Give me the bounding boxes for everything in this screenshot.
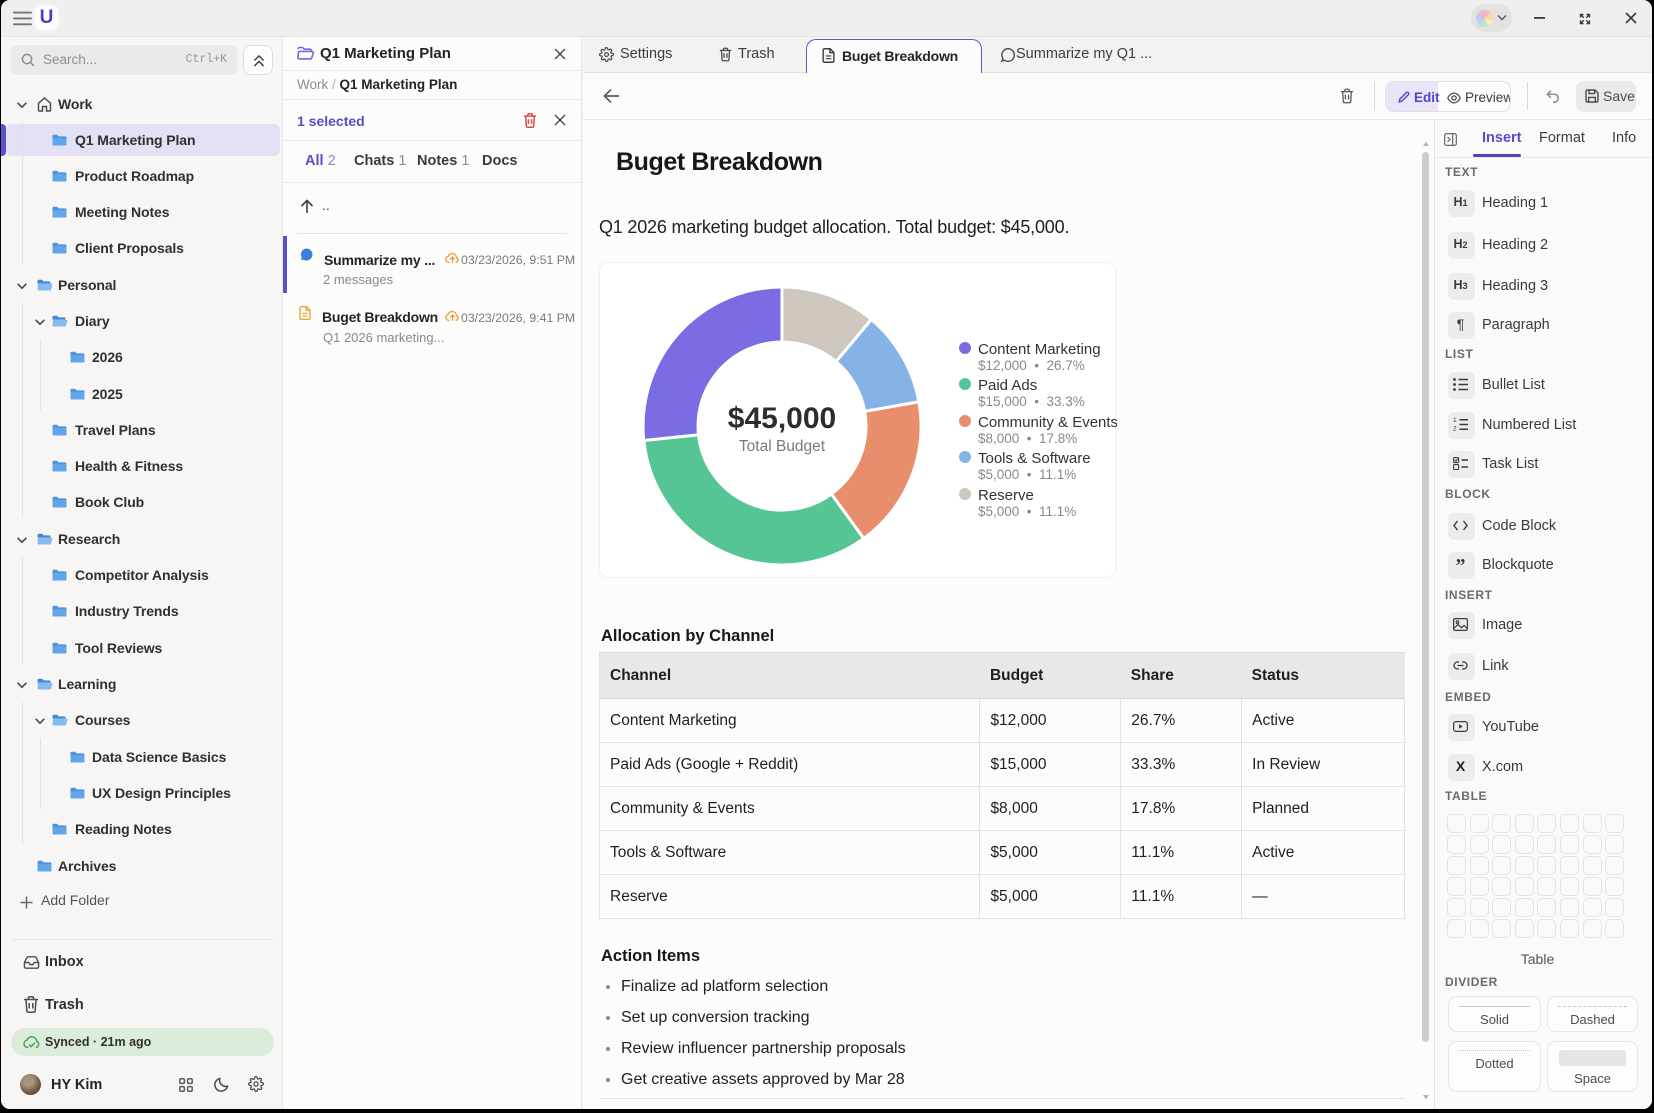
svg-text:1: 1 [1453, 417, 1457, 424]
svg-text:$45,000: $45,000 [728, 402, 836, 435]
svg-text:Total Budget: Total Budget [739, 438, 826, 455]
svg-text:Tools & Software: Tools & Software [978, 450, 1091, 467]
svg-text:$5,000 • 11.1%: $5,000 • 11.1% [978, 504, 1076, 519]
svg-text:$12,000 • 26.7%: $12,000 • 26.7% [978, 358, 1085, 373]
svg-text:Paid Ads: Paid Ads [978, 377, 1037, 394]
svg-text:$8,000 • 17.8%: $8,000 • 17.8% [978, 431, 1077, 446]
svg-text:$5,000 • 11.1%: $5,000 • 11.1% [978, 467, 1076, 482]
svg-text:Community & Events: Community & Events [978, 414, 1117, 431]
svg-text:2: 2 [1453, 426, 1457, 433]
svg-text:Reserve: Reserve [978, 487, 1034, 504]
svg-text:Content Marketing: Content Marketing [978, 341, 1101, 358]
svg-text:$15,000 • 33.3%: $15,000 • 33.3% [978, 394, 1085, 409]
